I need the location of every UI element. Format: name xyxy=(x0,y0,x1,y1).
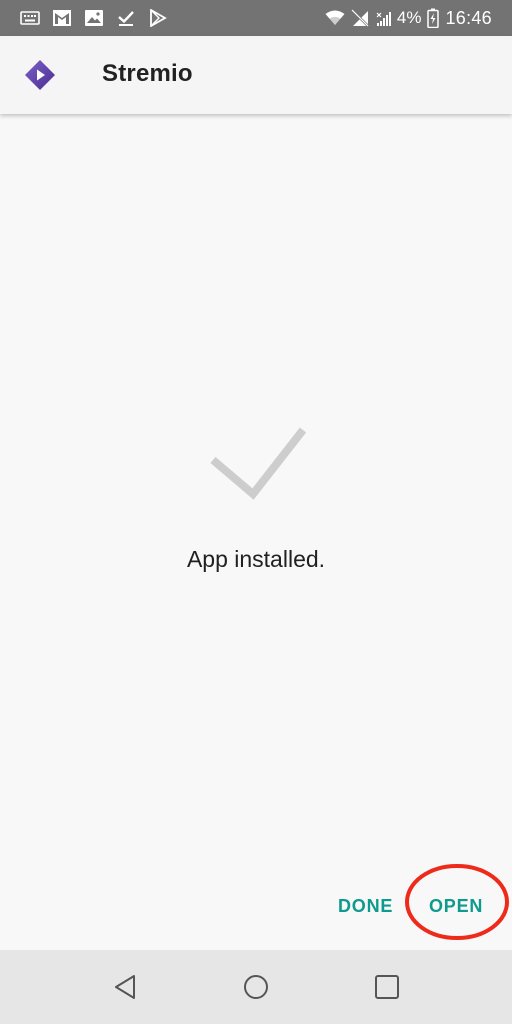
installed-message: App installed. xyxy=(186,546,326,572)
image-icon xyxy=(85,10,103,26)
no-signal-icon xyxy=(350,9,369,27)
battery-percentage: 4% xyxy=(396,8,422,27)
checkmark-icon xyxy=(118,11,134,26)
app-bar: Stremio xyxy=(0,36,512,114)
system-status: 4% 16:46 xyxy=(325,6,492,30)
checkmark-icon xyxy=(210,427,307,500)
gmail-icon xyxy=(53,10,71,26)
recents-icon[interactable] xyxy=(373,973,401,1001)
keyboard-icon xyxy=(20,11,40,25)
status-bar: 4% 16:46 xyxy=(0,0,512,36)
app-installed-screen: 4% 16:46 Stremio App installed. DONE OPE… xyxy=(0,0,512,1024)
battery-charging-icon xyxy=(427,8,440,28)
back-icon[interactable] xyxy=(112,973,140,1001)
wifi-icon xyxy=(325,10,345,25)
play-store-icon xyxy=(150,9,167,27)
home-icon[interactable] xyxy=(242,973,270,1001)
open-button[interactable]: OPEN xyxy=(429,892,483,920)
signal-icon xyxy=(376,12,391,26)
stremio-logo-icon xyxy=(25,60,55,90)
done-button[interactable]: DONE xyxy=(338,892,393,920)
navigation-bar xyxy=(0,950,512,1024)
notification-icons xyxy=(20,6,168,30)
status-clock: 16:46 xyxy=(445,7,492,28)
app-title: Stremio xyxy=(102,60,193,87)
